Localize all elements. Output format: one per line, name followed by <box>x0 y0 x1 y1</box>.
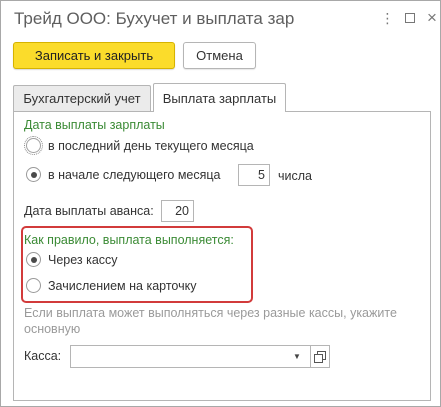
open-form-icon[interactable] <box>310 345 330 368</box>
radio-next-month[interactable]: в начале следующего месяца <box>26 167 221 182</box>
window-title: Трейд ООО: Бухучет и выплата зар <box>14 9 295 28</box>
more-icon[interactable]: ⋮ <box>377 7 399 29</box>
payment-method-group-title: Как правило, выплата выполняется: <box>24 233 234 247</box>
radio-last-day-label: в последний день текущего месяца <box>48 138 254 153</box>
title-fade <box>321 5 367 33</box>
advance-date-label: Дата выплаты аванса: <box>24 204 154 218</box>
radio-cash-circle[interactable] <box>26 252 41 267</box>
dialog-window: Трейд ООО: Бухучет и выплата зар ⋮ × Зап… <box>0 0 441 407</box>
open-window-glyph <box>314 350 326 363</box>
radio-last-day-circle[interactable] <box>24 136 43 155</box>
advance-day-input[interactable]: 20 <box>161 200 194 222</box>
radio-card-circle[interactable] <box>26 278 41 293</box>
radio-cash-label: Через кассу <box>48 252 118 267</box>
salary-day-input[interactable]: 5 <box>238 164 270 186</box>
save-and-close-button[interactable]: Записать и закрыть <box>13 42 175 69</box>
cash-desk-hint: Если выплата может выполняться через раз… <box>24 306 397 336</box>
radio-last-day[interactable]: в последний день текущего месяца <box>24 136 254 155</box>
radio-next-month-label: в начале следующего месяца <box>48 167 221 182</box>
tab-accounting[interactable]: Бухгалтерский учет <box>13 85 151 111</box>
maximize-icon[interactable] <box>399 7 421 29</box>
salary-date-group-title: Дата выплаты зарплаты <box>24 118 165 132</box>
close-icon[interactable]: × <box>421 7 441 29</box>
radio-next-month-circle[interactable] <box>26 167 41 182</box>
tab-salary-payment[interactable]: Выплата зарплаты <box>153 83 286 112</box>
cash-desk-input[interactable] <box>70 345 312 368</box>
dropdown-arrow-icon[interactable]: ▼ <box>286 345 308 368</box>
salary-day-suffix: числа <box>278 169 312 183</box>
cash-desk-label: Касса: <box>24 349 62 363</box>
cancel-button[interactable]: Отмена <box>183 42 256 69</box>
radio-card-label: Зачислением на карточку <box>48 278 197 293</box>
radio-cash[interactable]: Через кассу <box>26 252 118 267</box>
radio-card[interactable]: Зачислением на карточку <box>26 278 196 293</box>
